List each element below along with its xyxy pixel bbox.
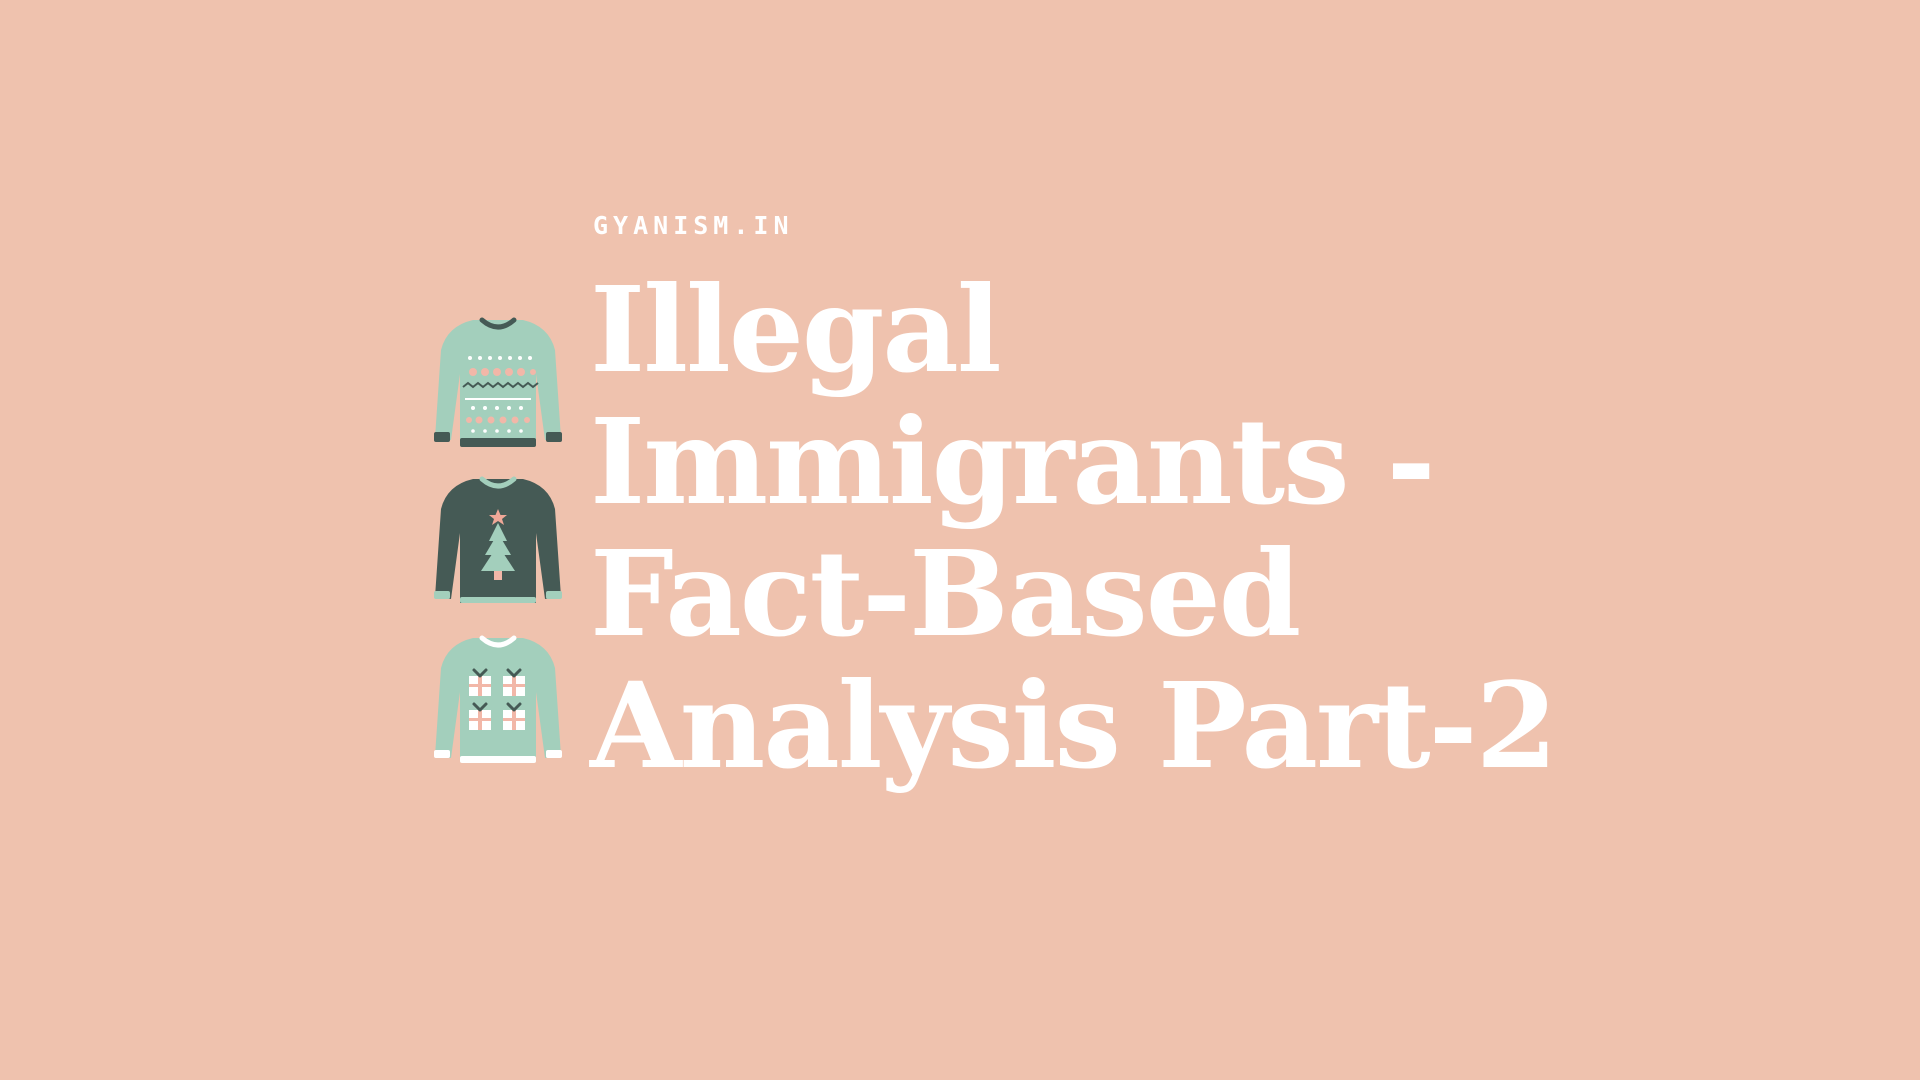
title-line-1: Illegal	[590, 260, 1002, 399]
site-label: GYANISM.IN	[593, 211, 794, 240]
title-line-4: Analysis Part-2	[590, 656, 1558, 795]
christmas-tree-sweater-icon	[434, 476, 562, 603]
fair-isle-sweater-icon	[434, 317, 562, 447]
gift-box-sweater-icon	[434, 635, 562, 763]
page-title: Illegal Immigrants - Fact-Based Analysis…	[590, 264, 1790, 792]
title-line-2: Immigrants -	[590, 392, 1436, 531]
title-line-3: Fact-Based	[590, 524, 1301, 663]
